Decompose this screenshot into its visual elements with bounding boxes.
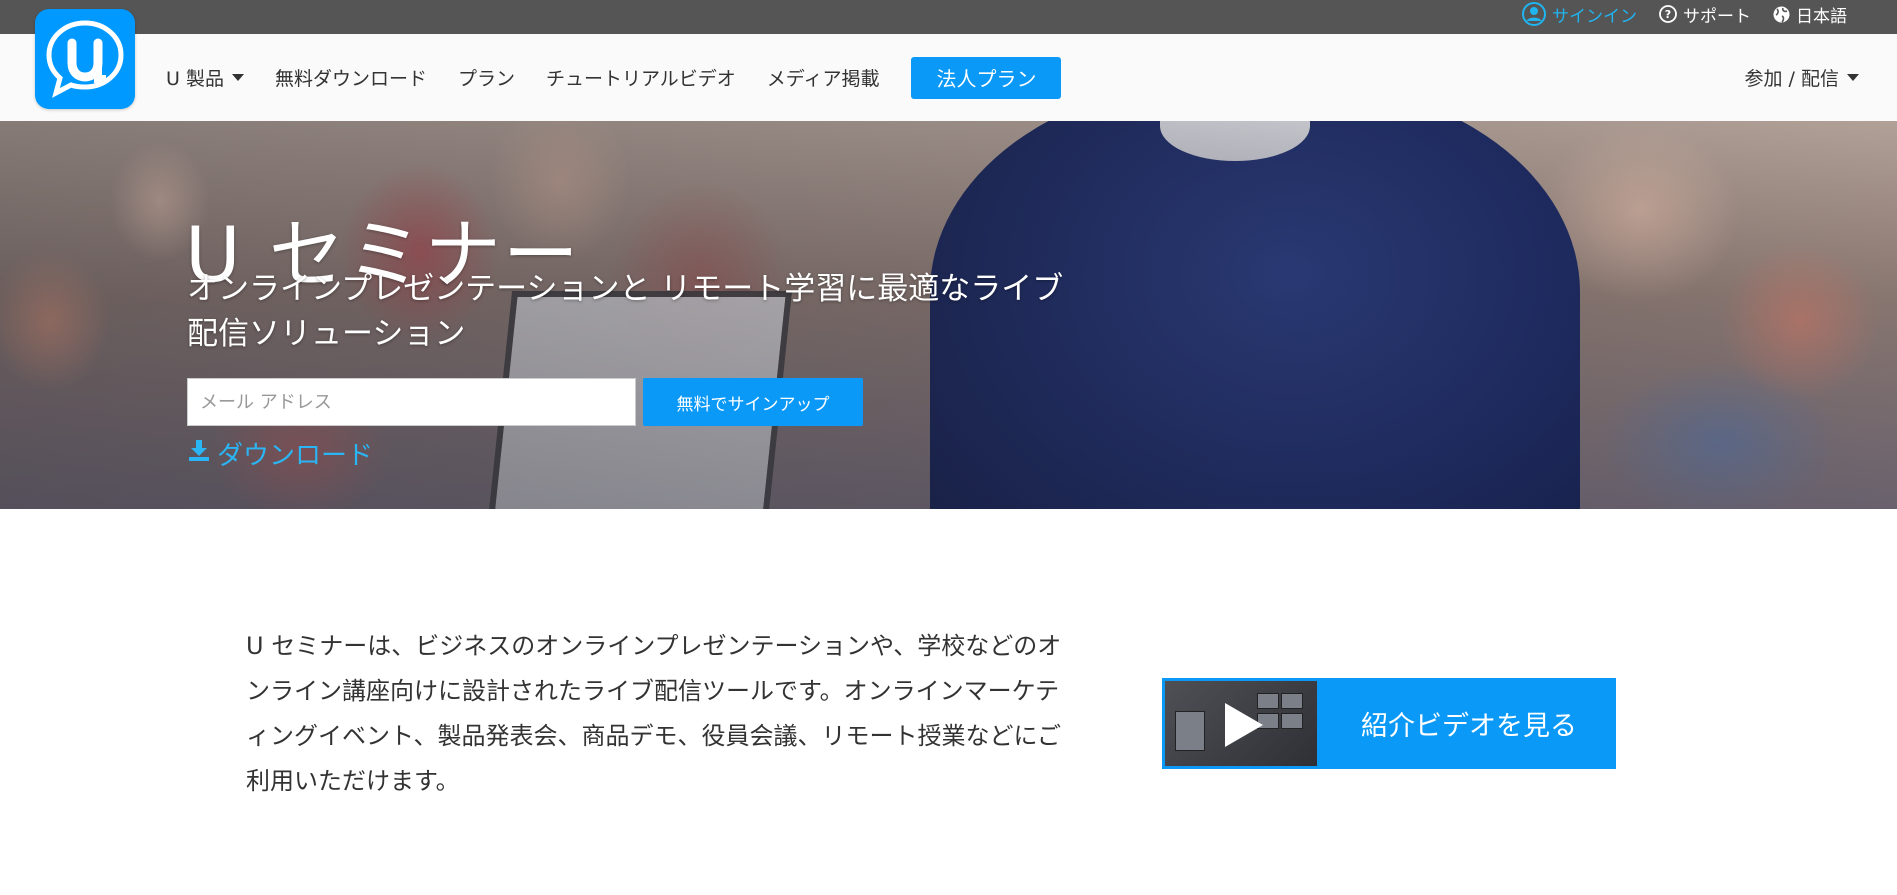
nav-item-plans[interactable]: プラン [458, 64, 515, 91]
nav-item-free-download[interactable]: 無料ダウンロード [275, 64, 427, 91]
download-icon [187, 438, 211, 469]
caret-down-icon [231, 74, 244, 81]
download-link[interactable]: ダウンロード [187, 435, 373, 472]
email-field[interactable] [187, 378, 636, 426]
support-link[interactable]: ? サポート [1659, 2, 1751, 27]
nav-item-tutorial-videos[interactable]: チュートリアルビデオ [546, 64, 736, 91]
hero-subtitle: オンラインプレゼンテーションと リモート学習に最適なライブ配信ソリューション [187, 271, 1064, 352]
signin-label: サインイン [1552, 6, 1637, 27]
signin-link[interactable]: サインイン [1522, 2, 1637, 27]
intro-paragraph: U セミナーは、ビジネスのオンラインプレゼンテーションや、学校などのオンライン講… [246, 632, 1062, 795]
video-button-label: 紹介ビデオを見る [1361, 711, 1577, 742]
video-thumbnail [1165, 681, 1317, 766]
language-label: 日本語 [1796, 6, 1847, 27]
join-host-menu[interactable]: 参加 / 配信 [1745, 34, 1859, 121]
utility-links: サインイン ? サポート 日本語 [1522, 0, 1847, 28]
svg-text:?: ? [1665, 8, 1671, 21]
play-icon [1225, 703, 1263, 747]
nav-item-products[interactable]: U 製品 [166, 64, 244, 91]
join-host-label: 参加 / 配信 [1744, 68, 1839, 90]
intro-video-button[interactable]: 紹介ビデオを見る [1162, 678, 1616, 769]
caret-down-icon [1847, 74, 1859, 81]
language-selector[interactable]: 日本語 [1773, 2, 1847, 27]
thumbnail-tile [1281, 693, 1303, 709]
speech-bubble-logo-icon [46, 20, 124, 98]
signup-button[interactable]: 無料でサインアップ [643, 378, 863, 426]
top-utility-bar: サインイン ? サポート 日本語 [0, 0, 1897, 34]
user-circle-icon [1522, 2, 1546, 26]
nav-item-media[interactable]: メディア掲載 [767, 64, 880, 91]
question-circle-icon: ? [1659, 5, 1677, 23]
enterprise-plan-button[interactable]: 法人プラン [911, 56, 1062, 99]
nav-menu: U 製品 無料ダウンロード プラン チュートリアルビデオ メディア掲載 法人プラ… [166, 34, 1062, 121]
hero-banner: U セミナー オンラインプレゼンテーションと リモート学習に最適なライブ配信ソリ… [0, 121, 1897, 509]
thumbnail-tile [1281, 713, 1303, 729]
support-label: サポート [1683, 6, 1751, 27]
download-label: ダウンロード [217, 441, 374, 471]
thumbnail-phone [1175, 711, 1205, 751]
main-navbar: U 製品 無料ダウンロード プラン チュートリアルビデオ メディア掲載 法人プラ… [0, 34, 1897, 121]
nav-item-label: U 製品 [166, 68, 224, 90]
globe-icon [1773, 6, 1790, 23]
u-logo[interactable] [35, 9, 135, 109]
